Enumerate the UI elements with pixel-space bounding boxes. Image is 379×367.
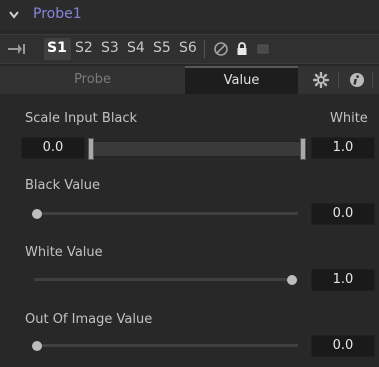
- gray-square-icon[interactable]: [255, 41, 271, 57]
- slot-s2-button[interactable]: S2: [75, 40, 93, 56]
- black-value-slider-track[interactable]: [34, 212, 298, 215]
- inspector-panel: Probe1 S1 S2 S3 S4 S5 S6 Probe Value Sca…: [0, 0, 379, 367]
- scale-input-white-field[interactable]: 1.0: [311, 137, 375, 159]
- tab-probe[interactable]: Probe: [0, 66, 185, 94]
- tab-bar: Probe Value: [0, 66, 379, 94]
- slot-s3-button[interactable]: S3: [101, 40, 119, 56]
- scale-input-black-label: Scale Input Black: [25, 111, 138, 126]
- range-black-handle[interactable]: [88, 138, 94, 160]
- out-of-image-value-label: Out Of Image Value: [25, 312, 153, 327]
- tab-icon-separator-2: [372, 72, 373, 88]
- toolbar-separator: [204, 40, 205, 58]
- node-title: Probe1: [33, 6, 82, 22]
- tab-icon-separator: [338, 72, 339, 88]
- white-value-field[interactable]: 1.0: [311, 269, 375, 291]
- out-of-image-slider-track[interactable]: [34, 344, 298, 347]
- black-value-label: Black Value: [25, 178, 101, 193]
- white-value-slider-handle[interactable]: [287, 275, 297, 285]
- black-value-slider-handle[interactable]: [32, 209, 42, 219]
- scale-input-range-bar[interactable]: [89, 141, 307, 157]
- pin-icon[interactable]: [8, 43, 26, 55]
- node-header[interactable]: Probe1: [0, 0, 379, 30]
- out-of-image-slider-handle[interactable]: [32, 341, 42, 351]
- tab-value[interactable]: Value: [185, 66, 298, 94]
- out-of-image-value-field[interactable]: 0.0: [311, 335, 375, 357]
- disable-icon[interactable]: [213, 41, 229, 57]
- gear-icon[interactable]: [313, 72, 329, 88]
- value-tab-content: Scale Input Black White 0.0 1.0 Black Va…: [0, 98, 379, 367]
- collapse-chevron-icon[interactable]: [8, 9, 20, 21]
- slot-s1-button[interactable]: S1: [47, 40, 67, 56]
- black-value-field[interactable]: 0.0: [311, 203, 375, 225]
- white-value-slider-track[interactable]: [34, 278, 298, 281]
- version-toolbar: S1 S2 S3 S4 S5 S6: [0, 34, 379, 64]
- slot-s4-button[interactable]: S4: [127, 40, 145, 56]
- white-label: White: [330, 111, 368, 126]
- scale-input-black-field[interactable]: 0.0: [21, 137, 85, 159]
- range-white-handle[interactable]: [300, 138, 306, 160]
- white-value-label: White Value: [25, 245, 103, 260]
- slot-s5-button[interactable]: S5: [153, 40, 171, 56]
- slot-s6-button[interactable]: S6: [179, 40, 197, 56]
- info-icon[interactable]: [349, 72, 365, 88]
- lock-icon[interactable]: [234, 41, 250, 57]
